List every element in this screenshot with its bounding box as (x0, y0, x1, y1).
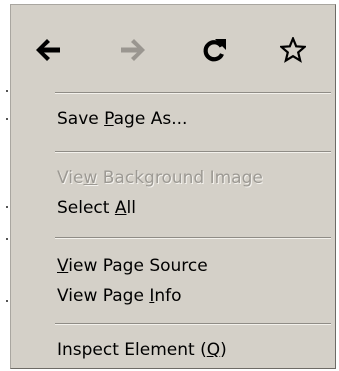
item-label: Select (57, 198, 115, 218)
page-mark (6, 90, 8, 92)
reload-icon (203, 39, 226, 62)
page-background-strip (0, 0, 10, 371)
menu-separator (55, 151, 331, 153)
item-label: View Page (57, 286, 150, 306)
item-label: ll (126, 198, 136, 218)
view-background-image-item: View Background Image (57, 163, 263, 193)
arrow-right-icon (121, 39, 145, 61)
access-key: w (83, 168, 98, 188)
back-button[interactable] (29, 31, 67, 69)
access-key: A (114, 198, 127, 218)
view-page-source-item[interactable]: View Page Source (57, 251, 208, 281)
save-page-as-item[interactable]: Save Page As... (57, 104, 187, 134)
page-mark (6, 206, 8, 208)
navigation-row (11, 5, 335, 87)
item-label: Background Image (97, 168, 263, 188)
item-label: Save (57, 109, 105, 129)
page-mark (6, 118, 8, 120)
menu-separator (55, 92, 331, 94)
reload-button[interactable] (195, 31, 233, 69)
item-label: Vie (57, 168, 84, 188)
star-icon (280, 37, 306, 63)
page-mark (6, 300, 8, 302)
arrow-left-icon (36, 39, 60, 61)
item-label: age As... (113, 109, 188, 129)
access-key: P (104, 109, 114, 129)
menu-separator (55, 323, 331, 325)
item-label: ) (220, 340, 227, 360)
item-label: nfo (154, 286, 182, 306)
menu-separator (55, 237, 331, 239)
access-key: Q (206, 340, 221, 360)
bookmark-button[interactable] (274, 31, 312, 69)
select-all-item[interactable]: Select All (57, 193, 136, 223)
forward-button[interactable] (114, 31, 152, 69)
inspect-element-item[interactable]: Inspect Element (Q) (57, 335, 227, 365)
access-key: V (57, 256, 69, 276)
item-label: Inspect Element ( (57, 340, 207, 360)
view-page-info-item[interactable]: View Page Info (57, 281, 182, 311)
page-mark (6, 238, 8, 240)
item-label: iew Page Source (68, 256, 208, 276)
context-menu: Save Page As... View Background Image Se… (10, 4, 336, 369)
